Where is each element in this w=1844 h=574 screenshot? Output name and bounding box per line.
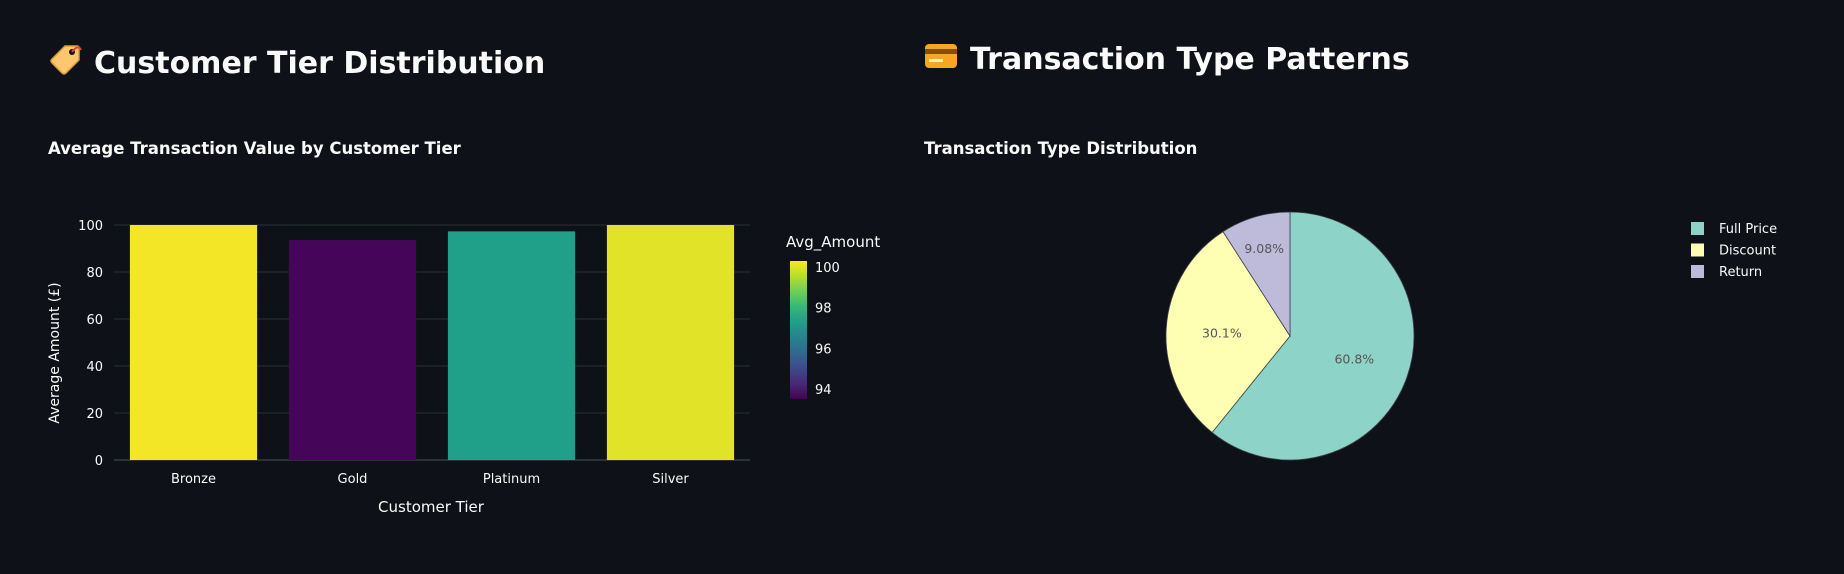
legend-swatch bbox=[1691, 265, 1704, 278]
bar-x-tick-label: Gold bbox=[338, 472, 368, 487]
bar-gold[interactable] bbox=[288, 240, 417, 460]
bar-y-tick-label: 20 bbox=[86, 407, 103, 422]
bar-y-tick-label: 0 bbox=[95, 454, 103, 469]
bar-chart: 0 20 40 60 80 100 Bronze Gold Platinum Silver Cu… bbox=[47, 219, 880, 516]
customer-tier-section: Customer Tier Distribution Average Trans… bbox=[0, 0, 900, 574]
colorbar-tick-label: 98 bbox=[815, 302, 832, 317]
bar-platinum[interactable] bbox=[447, 231, 576, 460]
bar-x-tick-labels: Bronze Gold Platinum Silver bbox=[171, 472, 689, 487]
transaction-type-section: Transaction Type Patterns Transaction Ty… bbox=[924, 0, 1844, 574]
pie-legend[interactable]: Full Price Discount Return bbox=[1691, 222, 1777, 280]
colorbar-tick-label: 96 bbox=[815, 342, 832, 357]
pie-percent-label: 9.08% bbox=[1244, 241, 1284, 256]
bar-y-tick-labels: 0 20 40 60 80 100 bbox=[78, 219, 103, 469]
legend-swatch bbox=[1691, 222, 1704, 235]
bar-x-axis-label: Customer Tier bbox=[378, 498, 485, 516]
legend-label[interactable]: Return bbox=[1719, 265, 1762, 280]
colorbar-title: Avg_Amount bbox=[786, 233, 880, 252]
pie-percent-label: 60.8% bbox=[1334, 352, 1374, 367]
bar-bronze[interactable] bbox=[129, 225, 258, 460]
bar-y-axis-label: Average Amount (£) bbox=[47, 282, 63, 423]
bar-series bbox=[129, 225, 735, 460]
pie-chart: 60.8% 30.1% 9.08% Full Price Discount Return bbox=[1165, 211, 1777, 461]
bar-x-tick-label: Silver bbox=[652, 472, 689, 487]
legend-swatch bbox=[1691, 243, 1704, 257]
bar-y-tick-label: 100 bbox=[78, 219, 103, 234]
bar-y-tick-label: 60 bbox=[86, 313, 103, 328]
colorbar-gradient bbox=[790, 261, 807, 399]
bar-y-tick-label: 80 bbox=[86, 266, 103, 281]
colorbar-tick-label: 100 bbox=[815, 261, 840, 276]
pie-percent-label: 30.1% bbox=[1202, 325, 1242, 340]
legend-label[interactable]: Discount bbox=[1719, 244, 1776, 259]
bar-silver[interactable] bbox=[606, 225, 735, 460]
colorbar-tick-labels: 94 96 98 100 bbox=[815, 261, 840, 398]
legend-label[interactable]: Full Price bbox=[1719, 222, 1777, 237]
colorbar-tick-label: 94 bbox=[815, 383, 832, 398]
bar-x-tick-label: Bronze bbox=[171, 472, 216, 487]
bar-x-tick-label: Platinum bbox=[483, 472, 540, 487]
bar-y-tick-label: 40 bbox=[86, 360, 103, 375]
